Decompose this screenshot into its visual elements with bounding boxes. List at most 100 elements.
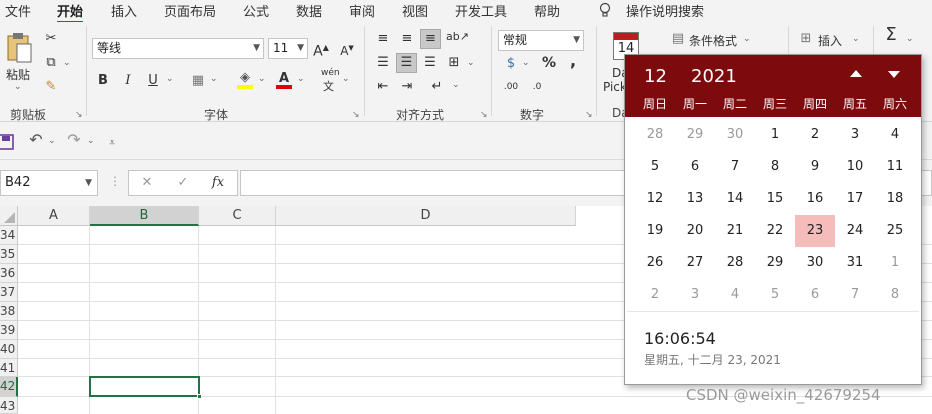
day-cell[interactable]: 1	[875, 247, 915, 279]
day-cell[interactable]: 30	[715, 119, 755, 151]
chevron-down-icon[interactable]: ⌄	[87, 136, 95, 146]
day-cell[interactable]: 15	[755, 183, 795, 215]
comma-style-button[interactable]: ,	[566, 52, 580, 70]
autosum-button[interactable]: Σ	[882, 26, 900, 44]
chevron-down-icon[interactable]: ⌄	[743, 34, 751, 44]
day-cell[interactable]: 12	[635, 183, 675, 215]
align-middle-icon[interactable]: ≡	[398, 30, 416, 48]
chevron-down-icon[interactable]: ⌄	[452, 80, 460, 90]
tab-data[interactable]: 数据	[296, 1, 322, 20]
chevron-down-icon[interactable]: ⌄	[63, 58, 71, 68]
day-cell[interactable]: 9	[795, 151, 835, 183]
font-name-box[interactable]: 等线 ▼	[92, 38, 264, 59]
day-cell[interactable]: 26	[635, 247, 675, 279]
next-month-arrow-icon[interactable]	[887, 69, 901, 79]
decrease-font-icon[interactable]: A▼	[339, 39, 355, 60]
chevron-down-icon[interactable]: ⌄	[467, 58, 475, 68]
tab-view[interactable]: 视图	[402, 1, 428, 20]
chevron-down-icon[interactable]: ⌄	[852, 34, 860, 44]
day-cell[interactable]: 14	[715, 183, 755, 215]
day-cell[interactable]: 4	[715, 279, 755, 311]
day-cell[interactable]: 11	[875, 151, 915, 183]
previous-month-arrow-icon[interactable]	[849, 69, 863, 79]
align-bottom-icon[interactable]: ≡	[420, 29, 441, 49]
cancel-entry-icon[interactable]: ✕	[139, 174, 155, 192]
phonetic-guide-top[interactable]: wén	[321, 68, 340, 78]
row-header[interactable]: 37	[0, 283, 18, 302]
chevron-down-icon[interactable]: ⌄	[342, 74, 350, 84]
tab-home[interactable]: 开始	[57, 1, 84, 24]
day-cell-today[interactable]: 23	[795, 215, 835, 247]
redo-icon[interactable]: ↷	[66, 131, 82, 149]
picker-year[interactable]: 2021	[691, 66, 737, 87]
day-cell[interactable]: 3	[675, 279, 715, 311]
day-cell[interactable]: 13	[675, 183, 715, 215]
increase-indent-icon[interactable]: ⇥	[398, 78, 416, 96]
day-cell[interactable]: 10	[835, 151, 875, 183]
italic-button[interactable]: I	[121, 72, 135, 90]
orientation-icon[interactable]: ab↗	[446, 28, 469, 46]
column-header-d[interactable]: D	[276, 206, 576, 226]
day-cell[interactable]: 8	[875, 279, 915, 311]
row-header[interactable]: 34	[0, 226, 18, 245]
row-header[interactable]: 40	[0, 340, 18, 359]
day-cell[interactable]: 6	[795, 279, 835, 311]
customize-toolbar-icon[interactable]: ⩡	[109, 136, 115, 150]
merge-center-icon[interactable]: ⊞	[445, 54, 463, 72]
increase-decimal-icon[interactable]: .00	[502, 78, 520, 96]
day-cell[interactable]: 31	[835, 247, 875, 279]
underline-button[interactable]: U	[146, 72, 160, 90]
number-format-box[interactable]: 常规 ▼	[498, 30, 584, 51]
copy-icon[interactable]: ⧉	[42, 54, 60, 72]
chevron-down-icon[interactable]: ⌄	[14, 82, 22, 92]
day-cell[interactable]: 5	[755, 279, 795, 311]
day-cell[interactable]: 28	[715, 247, 755, 279]
tab-formulas[interactable]: 公式	[243, 1, 269, 20]
percent-button[interactable]: %	[540, 54, 558, 72]
row-header[interactable]: 36	[0, 264, 18, 283]
row-header[interactable]: 41	[0, 359, 18, 377]
chevron-down-icon[interactable]: ⌄	[906, 34, 914, 44]
insert-cells-icon[interactable]: ⊞	[798, 30, 814, 48]
chevron-down-icon[interactable]: ⌄	[210, 74, 218, 84]
bold-button[interactable]: B	[96, 72, 110, 90]
tab-help[interactable]: 帮助	[534, 1, 560, 20]
format-painter-icon[interactable]: ✎	[42, 78, 60, 96]
row-header[interactable]: 43	[0, 397, 18, 414]
tab-page-layout[interactable]: 页面布局	[164, 1, 216, 20]
day-cell[interactable]: 8	[755, 151, 795, 183]
chevron-down-icon[interactable]: ⌄	[258, 74, 266, 84]
paste-icon[interactable]	[6, 32, 34, 64]
day-cell[interactable]: 27	[675, 247, 715, 279]
undo-icon[interactable]: ↶	[28, 131, 44, 149]
picker-month[interactable]: 12	[644, 66, 667, 87]
borders-icon[interactable]: ▦	[190, 72, 206, 90]
cut-icon[interactable]: ✂	[42, 30, 60, 48]
day-cell[interactable]: 16	[795, 183, 835, 215]
conditional-format-button[interactable]: 条件格式	[689, 32, 737, 49]
chevron-down-icon[interactable]: ⌄	[48, 136, 56, 146]
day-cell[interactable]: 25	[875, 215, 915, 247]
day-cell[interactable]: 18	[875, 183, 915, 215]
tab-insert[interactable]: 插入	[111, 1, 137, 20]
day-cell[interactable]: 21	[715, 215, 755, 247]
day-cell[interactable]: 4	[875, 119, 915, 151]
align-left-icon[interactable]: ☰	[374, 54, 392, 72]
chevron-down-icon[interactable]: ⌄	[166, 74, 174, 84]
name-box[interactable]: B42 ▼	[0, 170, 98, 196]
column-header-a[interactable]: A	[18, 206, 90, 226]
day-cell[interactable]: 30	[795, 247, 835, 279]
decrease-indent-icon[interactable]: ⇤	[374, 78, 392, 96]
day-cell[interactable]: 3	[835, 119, 875, 151]
day-cell[interactable]: 2	[795, 119, 835, 151]
align-top-icon[interactable]: ≡	[374, 30, 392, 48]
wrap-text-icon[interactable]: ↵	[428, 78, 446, 96]
increase-font-icon[interactable]: A▲	[313, 39, 329, 61]
decrease-decimal-icon[interactable]: .0	[528, 78, 546, 96]
accounting-format-icon[interactable]: $	[502, 55, 520, 73]
day-cell[interactable]: 5	[635, 151, 675, 183]
active-cell-b42[interactable]	[89, 376, 200, 397]
day-cell[interactable]: 2	[635, 279, 675, 311]
align-center-icon[interactable]: ☰	[396, 53, 417, 73]
tab-review[interactable]: 审阅	[349, 1, 375, 20]
